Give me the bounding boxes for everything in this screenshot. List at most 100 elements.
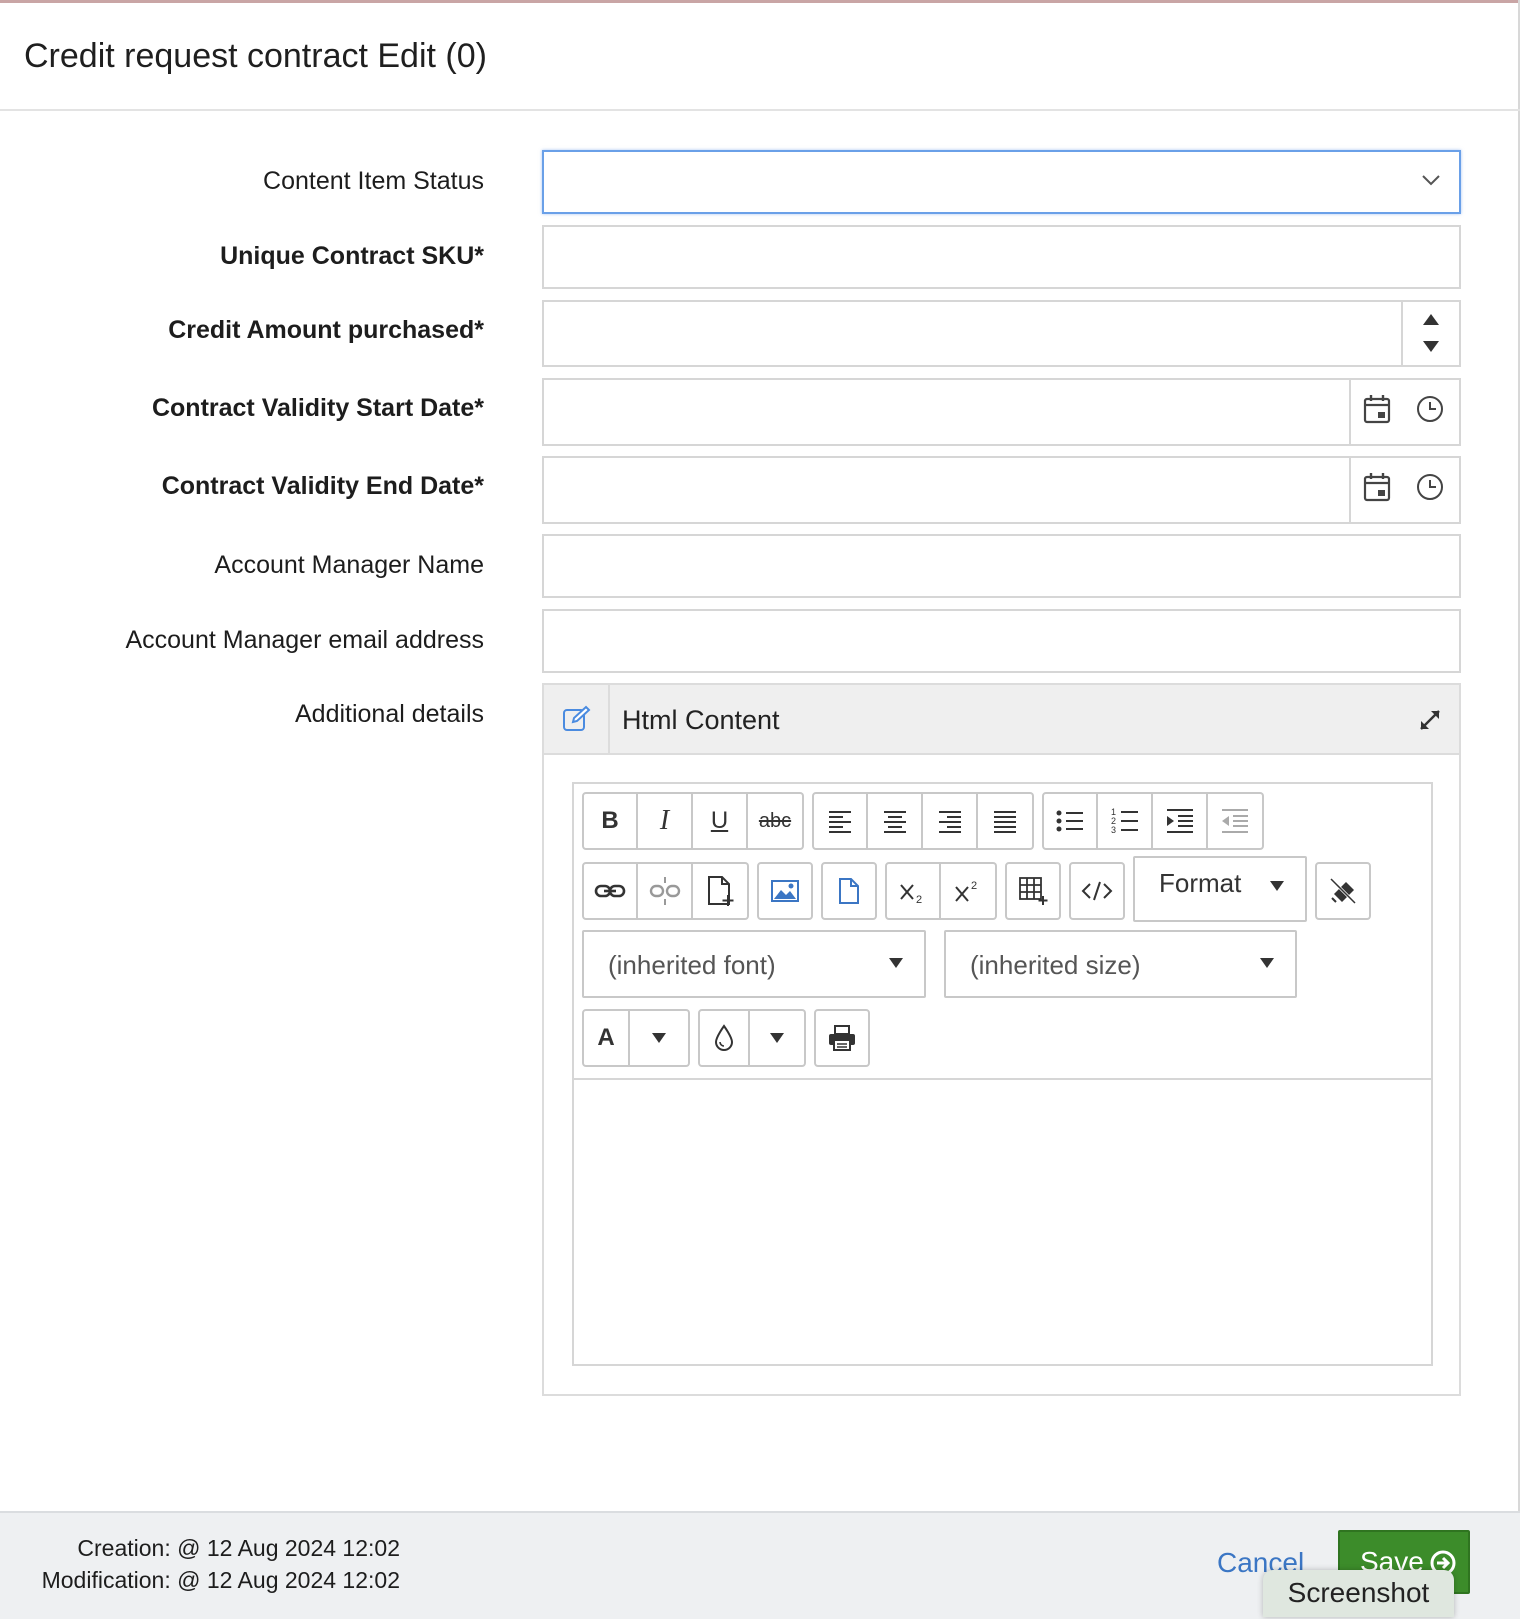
insert-table-button[interactable] [1005,862,1061,920]
insert-file-button[interactable] [821,862,877,920]
additional-details-panel: Html Content B I U abc 123 2 2 Format (i… [542,683,1461,1396]
number-spinner[interactable] [1401,302,1459,365]
printer-icon [829,1025,855,1051]
spin-down-icon[interactable] [1420,339,1442,355]
source-code-button[interactable] [1069,862,1125,920]
credit-amount-label: Credit Amount purchased* [168,316,484,344]
outdent-icon [1222,809,1248,833]
background-color-dropdown[interactable] [750,1009,806,1067]
droplet-icon [714,1024,734,1051]
credit-amount-input[interactable] [542,300,1461,367]
indent-button[interactable] [1153,792,1208,850]
additional-details-label: Additional details [294,700,484,728]
contract-start-date-input[interactable] [542,378,1461,446]
new-document-icon [708,876,734,906]
superscript-button[interactable]: 2 [941,862,997,920]
superscript-icon: 2 [955,880,977,902]
contract-start-date-label: Contract Validity Start Date* [151,394,484,422]
strikethrough-button[interactable]: abc [748,792,804,850]
insert-document-button[interactable] [693,862,749,920]
calendar-icon[interactable] [1361,471,1393,503]
account-manager-name-input[interactable] [542,534,1461,598]
editor-content-area[interactable] [574,1080,1431,1364]
bullet-list-button[interactable] [1042,792,1098,850]
file-icon [839,878,859,904]
account-manager-email-label: Account Manager email address [125,626,484,654]
clock-icon[interactable] [1415,394,1445,424]
start-date-addon [1349,380,1459,444]
top-border [0,0,1520,3]
edit-toggle[interactable] [544,685,610,753]
bold-glyph: B [601,807,619,834]
editor-toolbar: B I U abc 123 2 2 Format (inherited font… [574,784,1431,1080]
svg-text:2: 2 [916,894,922,904]
expand-icon[interactable] [1417,707,1443,733]
calendar-icon[interactable] [1361,393,1393,425]
modification-info: Modification: @ 12 Aug 2024 12:02 [41,1567,400,1593]
unique-contract-sku-label: Unique Contract SKU* [220,242,484,270]
font-color-glyph: A [597,1024,615,1051]
indent-icon [1166,809,1193,833]
align-right-button[interactable] [923,792,978,850]
font-color-dropdown[interactable] [630,1009,690,1067]
unique-contract-sku-input[interactable] [542,225,1461,289]
panel-title: Html Content [622,705,780,735]
underline-glyph: U [710,807,729,834]
align-justify-icon [994,811,1016,833]
background-color-button[interactable] [698,1009,750,1067]
rich-text-editor: B I U abc 123 2 2 Format (inherited font… [572,782,1433,1366]
clock-icon[interactable] [1415,472,1445,502]
format-dropdown[interactable]: Format [1133,856,1307,922]
align-center-icon [883,811,906,833]
caret-down-icon [889,958,903,968]
code-icon [1081,881,1113,901]
font-family-select[interactable]: (inherited font) [582,930,926,998]
strikethrough-glyph: abc [758,809,792,832]
image-icon [771,880,799,902]
account-manager-name-label: Account Manager Name [214,551,484,579]
account-manager-email-input[interactable] [542,609,1461,673]
screenshot-tooltip: Screenshot [1263,1570,1454,1617]
font-family-value: (inherited font) [608,950,776,980]
panel-header: Html Content [544,685,1459,755]
font-color-button[interactable]: A [582,1009,630,1067]
caret-down-icon [1270,881,1284,891]
numbered-list-icon: 123 [1111,807,1138,835]
format-label: Format [1159,868,1242,898]
table-icon [1019,877,1048,905]
caret-down-icon [770,1033,784,1043]
contract-end-date-input[interactable] [542,456,1461,524]
chevron-down-icon [1422,175,1440,186]
align-left-icon [829,811,851,833]
content-item-status-label: Content Item Status [263,167,484,195]
caret-down-icon [1260,958,1274,968]
svg-text:3: 3 [1111,825,1116,835]
align-justify-button[interactable] [978,792,1034,850]
creation-info: Creation: @ 12 Aug 2024 12:02 [77,1535,400,1561]
underline-button[interactable]: U [693,792,748,850]
content-item-status-select[interactable] [542,150,1461,214]
dialog-title: Credit request contract Edit (0) [24,37,487,75]
align-left-button[interactable] [812,792,868,850]
font-size-select[interactable]: (inherited size) [944,930,1297,998]
outdent-button[interactable] [1208,792,1264,850]
numbered-list-button[interactable]: 123 [1098,792,1153,850]
print-button[interactable] [814,1009,870,1067]
align-center-button[interactable] [868,792,923,850]
align-right-icon [938,811,961,833]
subscript-button[interactable]: 2 [885,862,941,920]
svg-text:2: 2 [971,880,977,892]
edit-icon[interactable] [562,705,592,733]
caret-down-icon [652,1033,666,1043]
subscript-icon: 2 [900,884,922,904]
link-icon [594,884,626,898]
contract-end-date-label: Contract Validity End Date* [161,472,484,500]
unlink-button[interactable] [638,862,693,920]
font-size-value: (inherited size) [970,950,1141,980]
italic-button[interactable]: I [638,792,693,850]
bold-button[interactable]: B [582,792,638,850]
spin-up-icon[interactable] [1420,311,1442,327]
insert-image-button[interactable] [757,862,813,920]
remove-format-button[interactable] [1315,862,1371,920]
link-button[interactable] [582,862,638,920]
